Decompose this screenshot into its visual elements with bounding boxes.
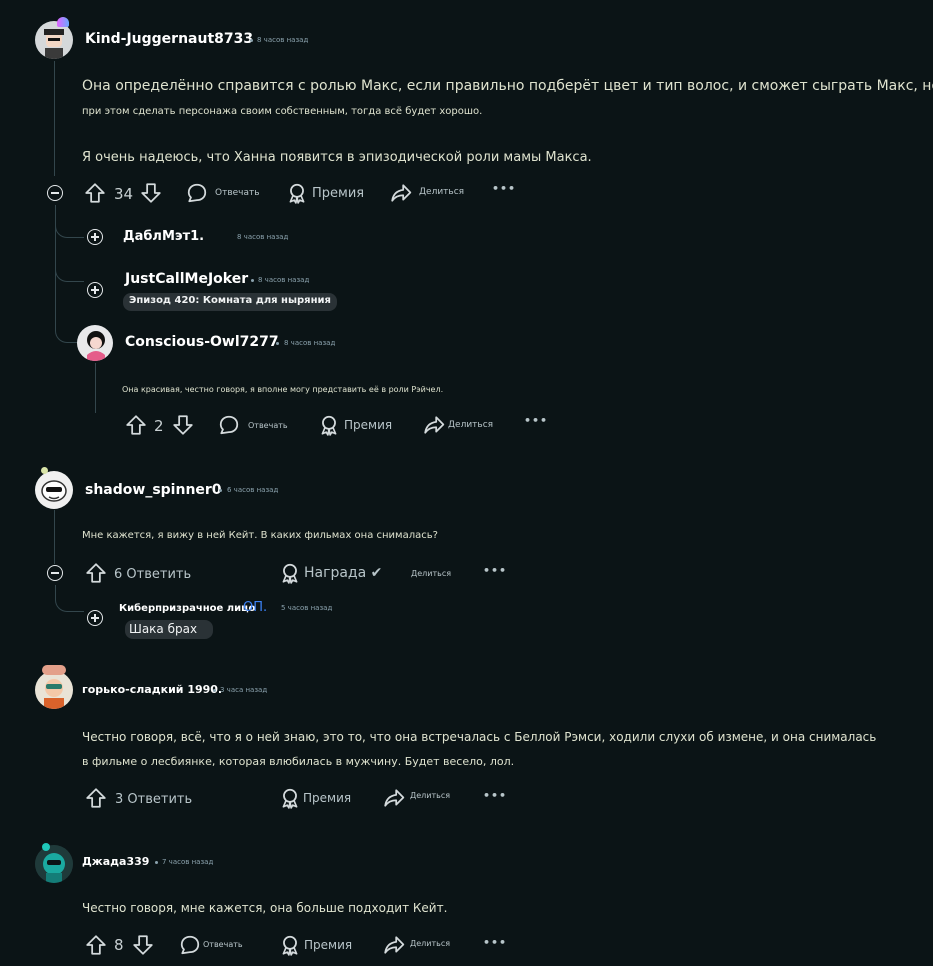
comment-icon[interactable] — [186, 182, 208, 204]
thread-branch — [55, 318, 78, 343]
timestamp[interactable]: 8 часов назад — [284, 339, 335, 347]
timestamp[interactable]: 5 часов назад — [281, 604, 332, 612]
separator-dot — [276, 342, 279, 345]
username[interactable]: горько-сладкий 1990. — [82, 683, 222, 696]
username[interactable]: Conscious-Owl7277 — [125, 334, 279, 350]
downvote-icon[interactable] — [140, 182, 162, 204]
upvote-icon[interactable] — [85, 562, 107, 584]
comment-text: при этом сделать персонажа своим собстве… — [82, 106, 483, 117]
collapse-icon[interactable] — [47, 185, 63, 201]
snoo-accessory-icon — [41, 467, 48, 474]
share-icon[interactable] — [390, 182, 412, 204]
thread-line — [54, 61, 55, 176]
separator-dot — [250, 39, 253, 42]
thread-branch — [55, 255, 84, 282]
username[interactable]: Kind-Juggernaut8733 — [85, 31, 253, 47]
reply-button[interactable]: Отвечать — [203, 940, 243, 949]
reply-button[interactable]: Отвечать — [248, 421, 288, 430]
share-icon[interactable] — [383, 934, 405, 956]
award-button[interactable]: Премия — [303, 791, 351, 805]
downvote-icon[interactable] — [132, 934, 154, 956]
timestamp[interactable]: 3 часа назад — [220, 686, 267, 694]
upvote-icon[interactable] — [85, 787, 107, 809]
share-button[interactable]: Делиться — [411, 569, 451, 578]
reply-button[interactable]: 3 Ответить — [115, 792, 192, 807]
reply-button[interactable]: 6 Ответить — [114, 567, 191, 582]
separator-dot — [251, 279, 254, 282]
vote-count: 8 — [114, 936, 124, 954]
vote-count: 2 — [154, 417, 164, 435]
award-icon[interactable] — [279, 934, 301, 956]
comment-icon[interactable] — [218, 414, 240, 436]
timestamp[interactable]: 8 часов назад — [237, 233, 288, 241]
award-button[interactable]: Премия — [312, 186, 364, 201]
award-icon[interactable] — [279, 562, 301, 584]
avatar[interactable] — [35, 671, 73, 709]
more-options-button[interactable]: ••• — [483, 936, 507, 949]
more-options-button[interactable]: ••• — [524, 414, 548, 427]
user-flair: Эпизод 420: Комната для ныряния — [123, 293, 337, 311]
award-button[interactable]: Премия — [344, 418, 392, 432]
comment-text: Мне кажется, я вижу в ней Кейт. В каких … — [82, 530, 438, 541]
vote-count: 34 — [114, 185, 134, 203]
expand-icon[interactable] — [87, 282, 103, 298]
snoo-accessory-icon — [42, 665, 66, 675]
timestamp[interactable]: 6 часов назад — [227, 486, 278, 494]
share-button[interactable]: Делиться — [410, 939, 450, 948]
upvote-icon[interactable] — [85, 934, 107, 956]
more-options-button[interactable]: ••• — [483, 564, 507, 577]
timestamp[interactable]: 8 часов назад — [258, 276, 309, 284]
thread-branch — [55, 215, 84, 238]
collapse-icon[interactable] — [47, 565, 63, 581]
snoo-accessory-icon — [42, 843, 50, 851]
username[interactable]: ДаблМэт1. — [123, 229, 204, 244]
award-button[interactable]: Премия — [304, 938, 352, 952]
comment-text: Она определённо справится с ролью Макс, … — [82, 78, 933, 94]
separator-dot — [219, 489, 222, 492]
share-icon[interactable] — [423, 414, 445, 436]
expand-icon[interactable] — [87, 610, 103, 626]
reply-button[interactable]: Отвечать — [215, 188, 260, 198]
separator-dot — [213, 689, 216, 692]
comment-text: Честно говоря, мне кажется, она больше п… — [82, 901, 448, 915]
timestamp[interactable]: 8 часов назад — [257, 36, 308, 44]
comment-text: Она красивая, честно говоря, я вполне мо… — [122, 385, 444, 394]
share-button[interactable]: Делиться — [410, 791, 450, 800]
share-button[interactable]: Делиться — [419, 187, 464, 197]
comment-text: Честно говоря, всё, что я о ней знаю, эт… — [82, 730, 877, 744]
op-badge: ОП. — [243, 600, 268, 615]
thread-line — [54, 510, 55, 564]
avatar[interactable] — [35, 471, 73, 509]
comment-text: Я очень надеюсь, что Ханна появится в эп… — [82, 150, 592, 165]
upvote-icon[interactable] — [125, 414, 147, 436]
timestamp[interactable]: 7 часов назад — [162, 858, 213, 866]
award-icon[interactable] — [318, 414, 340, 436]
username[interactable]: shadow_spinner0 — [85, 482, 222, 498]
award-icon[interactable] — [286, 182, 308, 204]
thread-branch — [55, 585, 84, 612]
username[interactable]: JustCallMeJoker — [125, 271, 248, 287]
username[interactable]: Киберпризрачное лицо — [119, 603, 255, 614]
snoo-accessory-icon — [57, 17, 69, 27]
avatar[interactable] — [77, 325, 113, 361]
award-icon[interactable] — [279, 787, 301, 809]
expand-icon[interactable] — [87, 229, 103, 245]
downvote-icon[interactable] — [172, 414, 194, 436]
thread-line — [95, 363, 96, 413]
share-button[interactable]: Делиться — [448, 420, 493, 430]
separator-dot — [155, 861, 158, 864]
award-button[interactable]: Награда ✔ — [304, 565, 382, 581]
share-icon[interactable] — [383, 787, 405, 809]
user-flair: Шака брах — [125, 620, 213, 639]
avatar[interactable] — [35, 845, 73, 883]
comment-text: в фильме о лесбиянке, которая влюбилась … — [82, 755, 515, 768]
more-options-button[interactable]: ••• — [492, 182, 516, 195]
more-options-button[interactable]: ••• — [483, 789, 507, 802]
username[interactable]: Джада339 — [82, 855, 149, 868]
upvote-icon[interactable] — [84, 182, 106, 204]
comment-icon[interactable] — [179, 934, 201, 956]
